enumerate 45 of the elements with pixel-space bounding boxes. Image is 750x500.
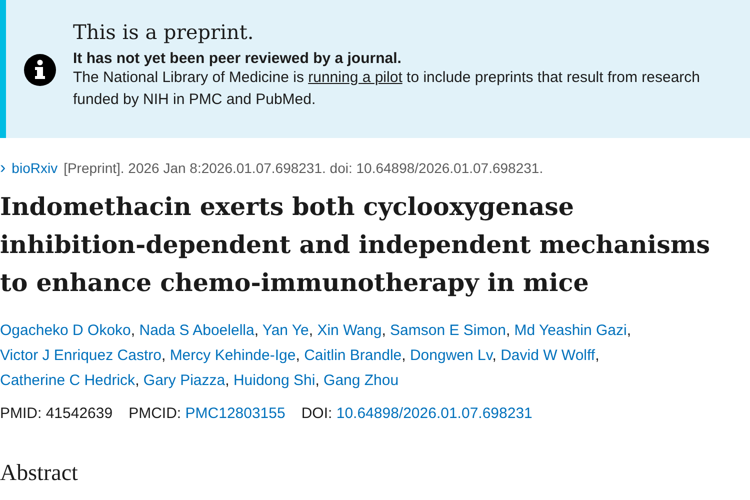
separator: , [382,322,386,339]
author-link[interactable]: Mercy Kehinde-Ige [170,347,296,364]
notice-text: The National Library of Medicine is running a pilot to include preprints that result from research funded by NIH in PMC and PubMed. [73,68,701,110]
identifier-label: PMCID: [128,405,182,422]
separator: , [506,322,510,339]
separator: , [161,347,166,364]
author-link[interactable]: Dongwen Lv [410,347,492,364]
separator: , [296,347,300,364]
section-heading: Abstract [0,460,79,486]
author-link[interactable]: Nada S Aboelella [139,322,254,339]
author-link[interactable]: David W Wolff [500,347,596,364]
identifier-link[interactable]: PMC12803155 [185,405,286,422]
author-link[interactable]: Ogacheko D Okoko [0,322,131,339]
separator: , [315,372,320,389]
notice-subtitle: It has not yet been peer reviewed by a journal. [73,50,402,67]
separator: , [254,322,259,339]
notice-title: This is a preprint. [73,20,255,44]
author-link[interactable]: Huidong Shi [233,372,316,389]
expand-icon[interactable]: › [0,158,6,178]
author-link[interactable]: Caitlin Brandle [304,347,402,364]
article-title: Indomethacin exerts both cyclooxygenase inhibition-dependent and independent mechanisms to enhance chemo-immunotherapy in mice [0,191,712,299]
separator: , [308,322,314,339]
separator: , [595,347,600,364]
author-link[interactable]: Samson E Simon [390,322,506,339]
source-link[interactable]: bioRxiv [12,160,58,176]
author-link[interactable]: Xin Wang [317,322,382,339]
separator: , [402,347,406,364]
identifier-label: PMID: [0,405,42,422]
author-link[interactable]: Md Yeashin Gazi [514,322,627,339]
pilot-link[interactable]: running a pilot [308,69,402,86]
info-icon [24,54,56,86]
separator: , [135,372,140,389]
author-link[interactable]: Yan Ye [262,322,309,339]
separator: , [626,322,632,339]
author-link[interactable]: Victor J Enriquez Castro [0,347,162,364]
identifier-value: 41542639 [46,405,113,422]
separator: , [225,372,230,389]
citation-text: [Preprint]. 2026 Jan 8:2026.01.07.698231. doi: 10.64898/2026.01.07.698231. [64,160,544,176]
separator: , [492,347,496,364]
author-link[interactable]: Catherine C Hedrick [0,372,136,389]
identifier-link[interactable]: 10.64898/2026.01.07.698231 [336,405,532,422]
separator: , [130,322,136,339]
author-link[interactable]: Gary Piazza [143,372,226,389]
author-link[interactable]: Gang Zhou [324,372,399,389]
identifier-label: DOI: [301,405,332,422]
